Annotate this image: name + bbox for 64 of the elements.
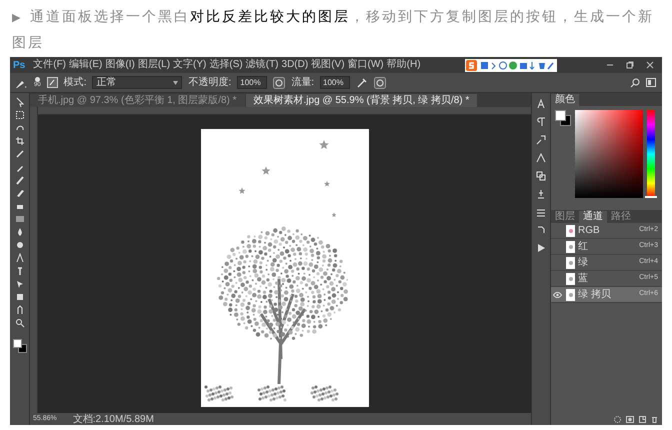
menu-item[interactable]: 窗口(W)	[348, 58, 384, 72]
play-icon[interactable]	[536, 243, 546, 253]
trash-icon[interactable]	[651, 416, 658, 422]
menu-item[interactable]: 滤镜(T)	[246, 58, 279, 72]
channel-name: 红	[578, 240, 589, 254]
document-size: 文档:2.10M/5.89M	[72, 412, 154, 426]
caret-icon	[173, 80, 178, 84]
selection-arrow-tool-icon[interactable]	[14, 279, 24, 289]
channel-name: 蓝	[578, 272, 589, 286]
menu-item[interactable]: 3D(D)	[282, 58, 308, 72]
channel-name: 绿 拷贝	[578, 288, 612, 302]
menu-item[interactable]: 图像(I)	[105, 58, 135, 72]
brush-panel-icon[interactable]	[46, 77, 58, 88]
channel-thumbnail	[566, 272, 575, 284]
pressure-size-icon[interactable]	[374, 76, 386, 88]
dotted-circle-icon[interactable]	[614, 416, 621, 422]
channel-thumbnail	[566, 240, 575, 252]
close-icon[interactable]	[646, 61, 654, 69]
properties-icon[interactable]	[536, 207, 546, 217]
s-logo-icon	[466, 60, 477, 70]
restore-icon[interactable]	[626, 61, 634, 69]
marquee-tool-icon[interactable]	[14, 110, 24, 120]
channel-thumbnail	[566, 288, 575, 300]
mask-icon[interactable]	[626, 416, 634, 422]
flow-label: 流量:	[291, 76, 314, 90]
channel-thumbnail	[566, 256, 575, 268]
crop-tool-icon[interactable]	[14, 136, 24, 146]
menu-item[interactable]: 视图(V)	[311, 58, 345, 72]
color-field[interactable]	[575, 110, 643, 198]
channel-name: 绿	[578, 256, 589, 270]
search-icon[interactable]	[630, 78, 640, 88]
opacity-field[interactable]: 100%	[237, 76, 268, 89]
color-swatches-icon[interactable]	[555, 110, 571, 126]
mode-dropdown[interactable]: 正常	[92, 76, 182, 89]
input-method-toolbar[interactable]	[465, 58, 557, 72]
rectangle-tool-icon[interactable]	[14, 292, 24, 302]
new-channel-icon[interactable]	[639, 416, 646, 422]
color-swatches-icon[interactable]	[12, 339, 26, 353]
channel-name: RGB	[578, 224, 601, 238]
document-tab[interactable]: 手机.jpg @ 97.3% (色彩平衡 1, 图层蒙版/8) *	[30, 94, 245, 107]
menu-item[interactable]: 文件(F)	[33, 58, 66, 72]
flow-field[interactable]: 100%	[320, 76, 350, 89]
menu-item[interactable]: 图层(L)	[138, 58, 170, 72]
mode-label: 模式:	[64, 76, 86, 90]
menu-item[interactable]: 选择(S)	[209, 58, 243, 72]
panel-tab[interactable]: 路径	[607, 211, 635, 223]
panel-tab[interactable]: 图层	[551, 211, 579, 223]
zoom-tool-icon[interactable]	[14, 318, 24, 328]
workspace-icon[interactable]	[646, 78, 658, 88]
menu-item[interactable]: 帮助(H)	[386, 58, 421, 72]
document-tab[interactable]: 效果树素材.jpg @ 55.9% (背景 拷贝, 绿 拷贝/8) *	[246, 94, 478, 107]
menu-item[interactable]: 编辑(E)	[69, 58, 102, 72]
layer-comps-icon[interactable]	[536, 171, 546, 181]
app-logo: Ps	[13, 58, 26, 72]
menu-item[interactable]: 文字(Y)	[173, 58, 206, 72]
pressure-opacity-icon[interactable]	[273, 76, 286, 88]
paragraph-icon[interactable]	[536, 117, 546, 127]
opacity-label: 不透明度:	[188, 76, 232, 90]
character-icon[interactable]	[536, 99, 546, 109]
eye-icon[interactable]	[553, 292, 562, 298]
panel-tab[interactable]: 颜色	[551, 94, 579, 106]
channel-thumbnail	[566, 224, 575, 236]
panel-tab[interactable]: 通道	[579, 211, 607, 223]
article-text: ▶ 通道面板选择一个黑白对比反差比较大的图层，移动到下方复制图层的按钮，生成一个新图层	[12, 7, 655, 52]
